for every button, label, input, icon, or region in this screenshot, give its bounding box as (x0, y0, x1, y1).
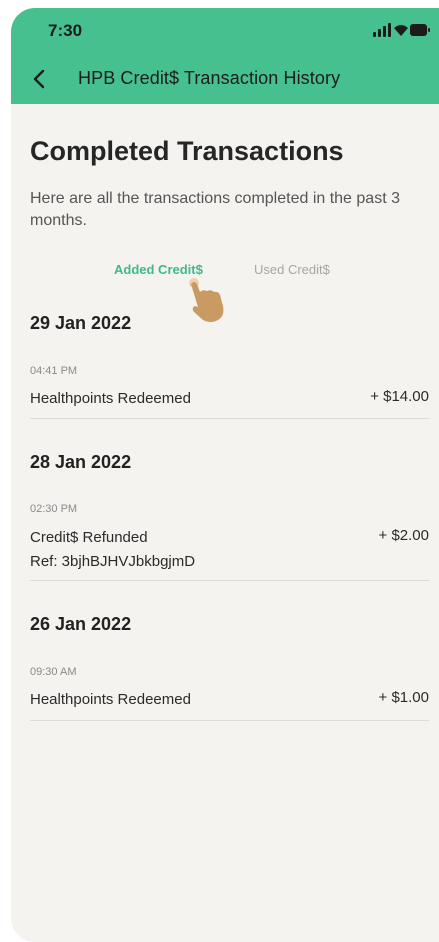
transaction-description: Healthpoints Redeemed (30, 691, 191, 708)
transaction-time: 02:30 PM (30, 503, 78, 515)
signal-icon (373, 23, 391, 37)
date-heading: 29 Jan 2022 (30, 313, 132, 333)
transaction-description: Credit$ Refunded (30, 529, 148, 546)
transaction-time: 09:30 AM (30, 666, 77, 678)
page-subtitle: Here are all the transactions completed … (30, 190, 400, 229)
transaction-reference: Ref: 3bjhBJHVJbkbgjmD (30, 553, 196, 570)
status-time: 7:30 (48, 21, 83, 40)
chevron-left-icon[interactable] (28, 67, 52, 91)
transaction-amount: + $2.00 (378, 527, 429, 544)
transaction-amount: + $1.00 (378, 689, 429, 706)
tab-added-credits[interactable]: Added Credit$ (114, 262, 203, 277)
hand-pointer-icon (189, 278, 224, 322)
nav-title: HPB Credit$ Transaction History (78, 68, 341, 88)
status-icons (370, 23, 430, 37)
transaction-description: Healthpoints Redeemed (30, 390, 191, 407)
transaction-amount: + $14.00 (370, 388, 429, 405)
divider (30, 720, 429, 721)
status-bar: 7:30 (11, 8, 439, 54)
page-title: Completed Transactions (30, 136, 344, 166)
nav-bar: HPB Credit$ Transaction History (11, 54, 439, 104)
divider (30, 418, 429, 419)
wifi-icon (394, 25, 408, 36)
phone-screen: 7:30 HPB Credit$ Transaction History Com… (11, 8, 439, 942)
battery-icon (410, 24, 430, 36)
date-heading: 26 Jan 2022 (30, 614, 132, 634)
divider (30, 580, 429, 581)
tab-used-credits[interactable]: Used Credit$ (254, 262, 330, 277)
transaction-time: 04:41 PM (30, 365, 78, 377)
date-heading: 28 Jan 2022 (30, 452, 132, 472)
